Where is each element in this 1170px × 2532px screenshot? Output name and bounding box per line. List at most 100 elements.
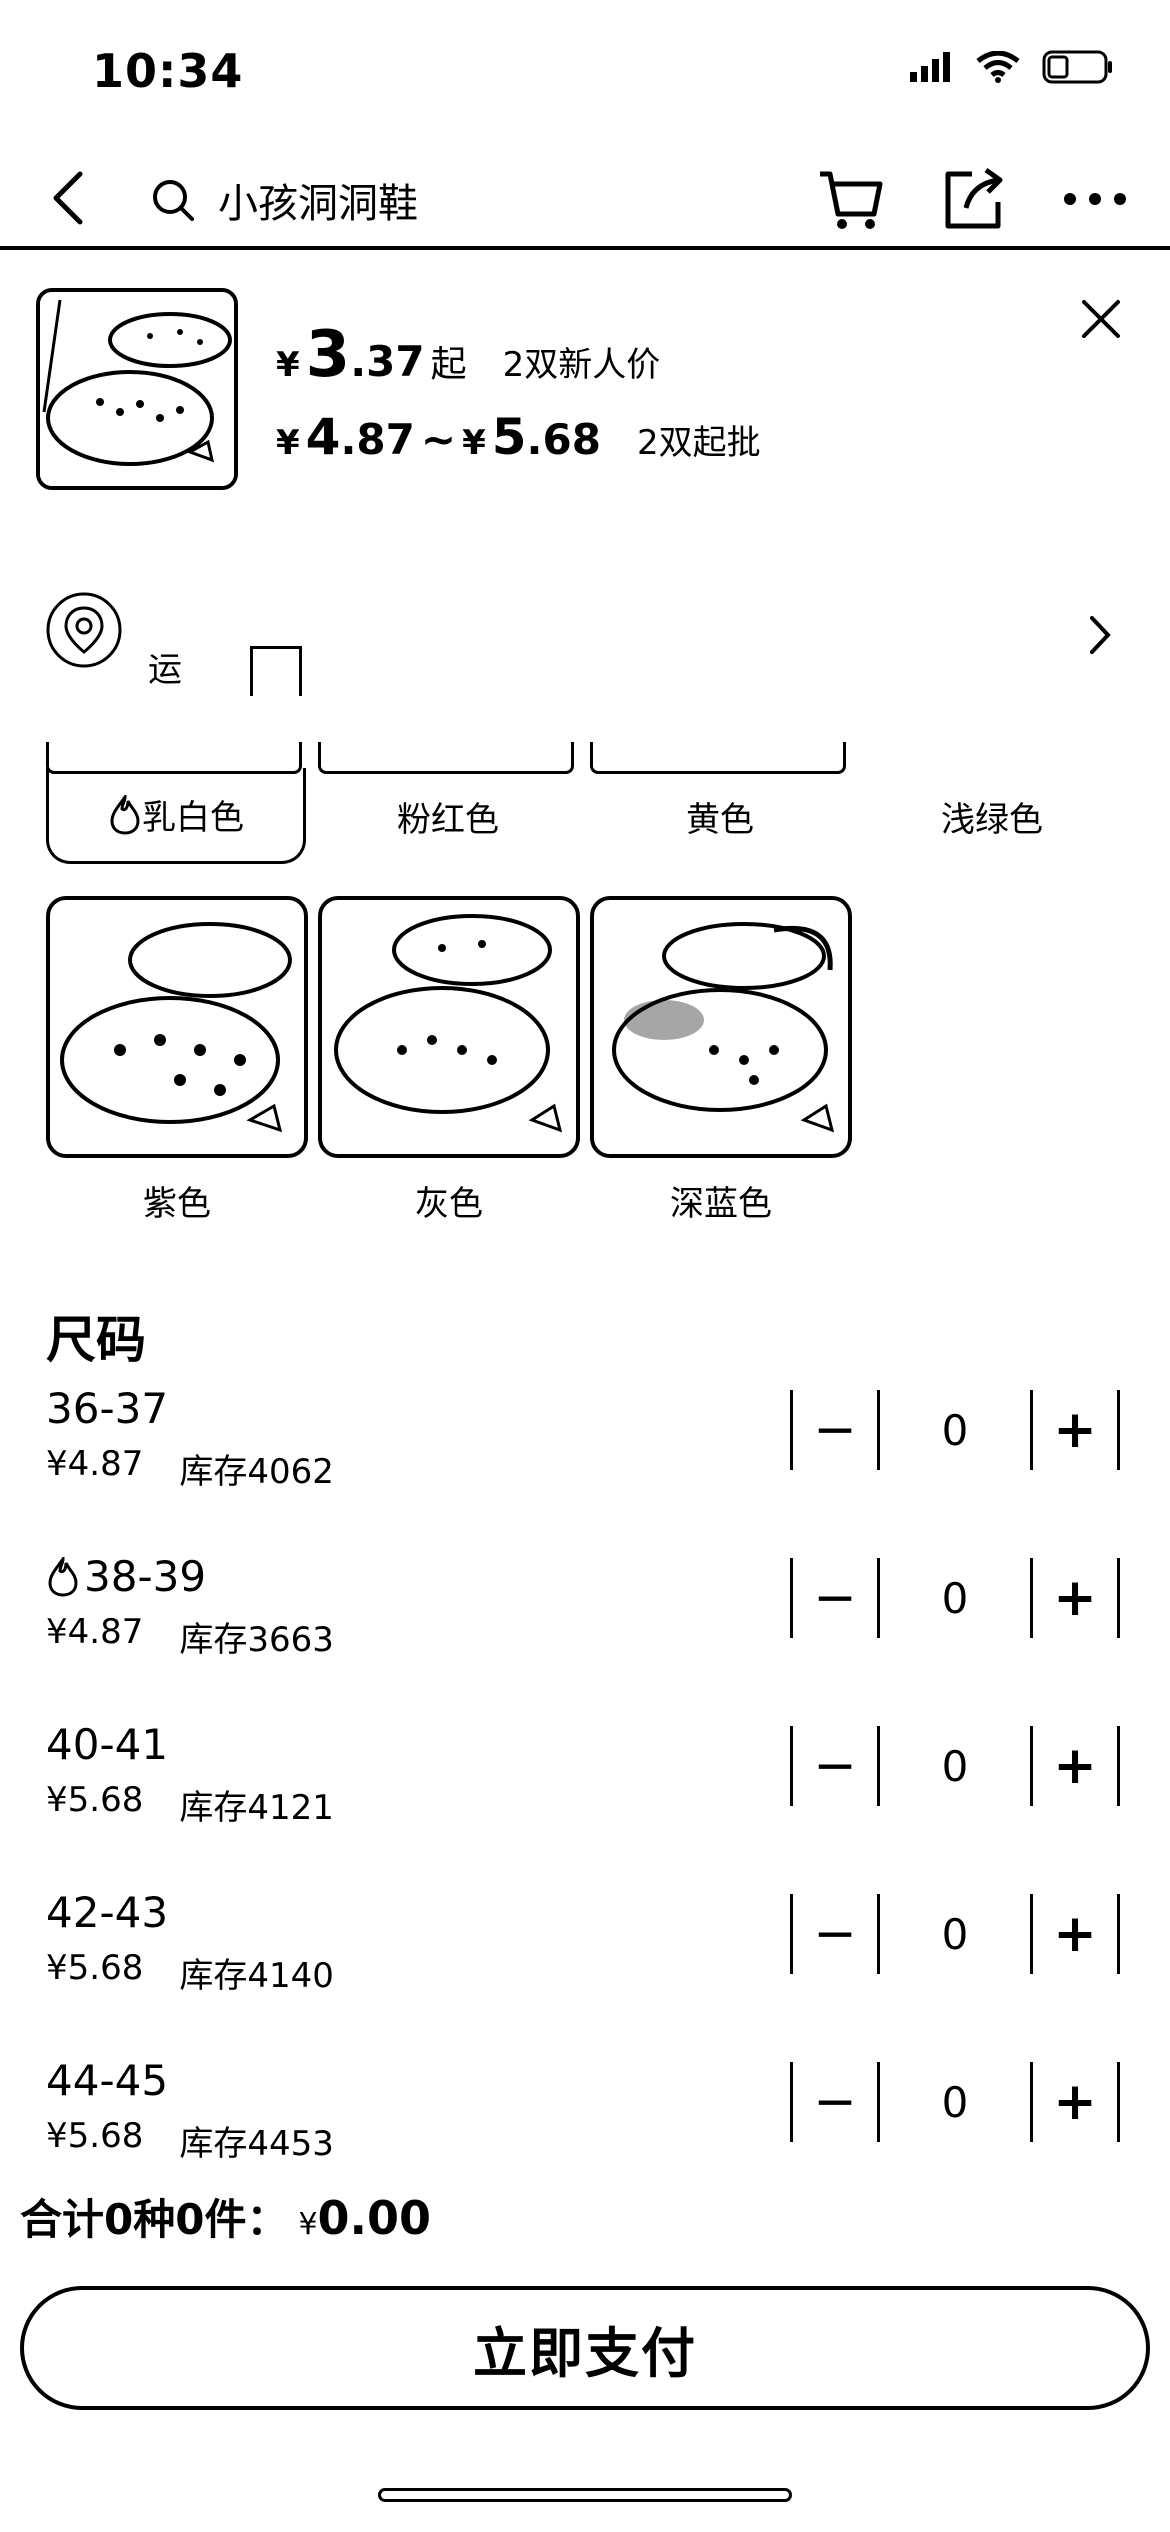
- min-order-tag: 2双起批: [636, 423, 761, 463]
- size-row: 36-37 ¥4.87 库存4062 − 0 +: [0, 1384, 1170, 1534]
- size-meta: ¥5.68 库存4140: [46, 1948, 334, 1997]
- size-meta: ¥4.87 库存3663: [46, 1612, 334, 1661]
- color-label: 乳白色: [142, 798, 244, 838]
- size-label: 36-37: [46, 1384, 168, 1433]
- range-high-decimal: .68: [526, 415, 601, 464]
- range-high-integer: 5: [491, 408, 527, 466]
- share-icon[interactable]: [938, 164, 1008, 234]
- size-meta: ¥5.68 库存4121: [46, 1780, 334, 1829]
- decrement-button[interactable]: −: [790, 1390, 880, 1470]
- color-option-light-green[interactable]: 浅绿色: [862, 768, 1122, 864]
- hot-flame-icon: [48, 1556, 78, 1597]
- increment-button[interactable]: +: [1030, 1894, 1120, 1974]
- more-icon[interactable]: [1060, 164, 1130, 234]
- total-currency: ¥: [298, 2207, 318, 2242]
- range-separator: ~: [420, 415, 457, 464]
- increment-button[interactable]: +: [1030, 2062, 1120, 2142]
- decrement-button[interactable]: −: [790, 1558, 880, 1638]
- color-option-milky-white[interactable]: 乳白色: [46, 768, 306, 864]
- decrement-button[interactable]: −: [790, 2062, 880, 2142]
- home-indicator[interactable]: [378, 2488, 792, 2502]
- product-thumbnail: [36, 288, 238, 490]
- pay-now-button[interactable]: 立即支付: [20, 2286, 1150, 2410]
- currency-symbol: ¥: [276, 423, 300, 463]
- size-meta: ¥5.68 库存4453: [46, 2116, 334, 2165]
- search-text: 小孩洞洞鞋: [218, 181, 418, 227]
- size-price: ¥5.68: [46, 1780, 144, 1820]
- currency-symbol: ¥: [462, 423, 486, 463]
- cart-icon[interactable]: [816, 164, 886, 234]
- status-time: 10:34: [92, 44, 244, 98]
- new-user-price: ¥ 3 .37 起 2双新人价: [276, 318, 660, 392]
- new-price-tag: 2双新人价: [502, 345, 661, 385]
- new-price-suffix: 起: [430, 344, 467, 385]
- quantity-stepper: − 0 +: [790, 1894, 1120, 1974]
- quantity-stepper: − 0 +: [790, 2062, 1120, 2142]
- signal-icon: [910, 52, 950, 82]
- size-section-title: 尺码: [46, 1311, 146, 1369]
- size-value: 44-45: [46, 2056, 169, 2105]
- quantity-stepper: − 0 +: [790, 1558, 1120, 1638]
- battery-icon: [1042, 50, 1112, 84]
- size-label: 38-39: [46, 1552, 206, 1601]
- quantity-value[interactable]: 0: [880, 1894, 1030, 1974]
- color-label: 粉红色: [397, 799, 499, 840]
- range-low-integer: 4: [305, 408, 341, 466]
- size-row: 40-41 ¥5.68 库存4121 − 0 +: [0, 1720, 1170, 1870]
- color-label: 浅绿色: [941, 799, 1043, 840]
- color-card-label: 灰色: [415, 1184, 483, 1224]
- size-label: 42-43: [46, 1888, 168, 1937]
- search-field[interactable]: 小孩洞洞鞋: [150, 170, 750, 230]
- increment-button[interactable]: +: [1030, 1726, 1120, 1806]
- search-icon: [153, 180, 194, 221]
- status-icons: [910, 50, 1114, 84]
- order-total: 合计0种0件： ¥ 0.00: [20, 2186, 431, 2247]
- size-value: 38-39: [84, 1552, 207, 1601]
- total-amount: 0.00: [317, 2191, 432, 2245]
- color-label: 黄色: [686, 799, 754, 840]
- quantity-value[interactable]: 0: [880, 1726, 1030, 1806]
- close-icon[interactable]: [1076, 294, 1126, 344]
- quantity-value[interactable]: 0: [880, 2062, 1030, 2142]
- increment-button[interactable]: +: [1030, 1558, 1120, 1638]
- address-row[interactable]: 运: [0, 590, 1170, 700]
- chevron-right-icon: [1090, 616, 1111, 654]
- size-row: 42-43 ¥5.68 库存4140 − 0 +: [0, 1888, 1170, 2038]
- color-card-gray[interactable]: [318, 896, 580, 1158]
- back-icon[interactable]: [40, 168, 100, 228]
- decrement-button[interactable]: −: [790, 1894, 880, 1974]
- size-price: ¥4.87: [46, 1612, 144, 1652]
- quantity-stepper: − 0 +: [790, 1726, 1120, 1806]
- color-card-label: 深蓝色: [670, 1184, 772, 1224]
- new-price-integer: 3: [305, 318, 351, 392]
- size-stock: 库存4062: [179, 1452, 334, 1492]
- color-option-yellow[interactable]: 黄色: [590, 768, 850, 864]
- size-stock: 库存4453: [179, 2124, 334, 2164]
- quantity-value[interactable]: 0: [880, 1558, 1030, 1638]
- color-option-pink[interactable]: 粉红色: [318, 768, 578, 864]
- size-stock: 库存4121: [179, 1788, 334, 1828]
- wholesale-price-range: ¥ 4 .87 ~ ¥ 5 .68 2双起批: [276, 408, 761, 466]
- size-value: 42-43: [46, 1888, 169, 1937]
- size-value: 36-37: [46, 1384, 169, 1433]
- new-price-decimal: .37: [350, 337, 425, 386]
- address-text: 运: [148, 650, 182, 690]
- color-card-navy[interactable]: [590, 896, 852, 1158]
- increment-button[interactable]: +: [1030, 1390, 1120, 1470]
- quantity-value[interactable]: 0: [880, 1390, 1030, 1470]
- hot-flame-icon: [110, 794, 140, 835]
- size-row: 44-45 ¥5.68 库存4453 − 0 +: [0, 2056, 1170, 2206]
- nav-actions: [816, 164, 1130, 234]
- nav-bar: 小孩洞洞鞋: [0, 150, 1170, 250]
- decrement-button[interactable]: −: [790, 1726, 880, 1806]
- size-label: 40-41: [46, 1720, 168, 1769]
- size-row: 38-39 ¥4.87 库存3663 − 0 +: [0, 1552, 1170, 1702]
- clog-image: [612, 922, 835, 1133]
- clog-image: [40, 292, 234, 486]
- size-stock: 库存4140: [179, 1956, 334, 1996]
- size-label: 44-45: [46, 2056, 168, 2105]
- currency-symbol: ¥: [276, 345, 300, 385]
- color-card-purple[interactable]: [46, 896, 308, 1158]
- clog-image: [334, 914, 563, 1133]
- status-bar: 10:34: [0, 0, 1170, 150]
